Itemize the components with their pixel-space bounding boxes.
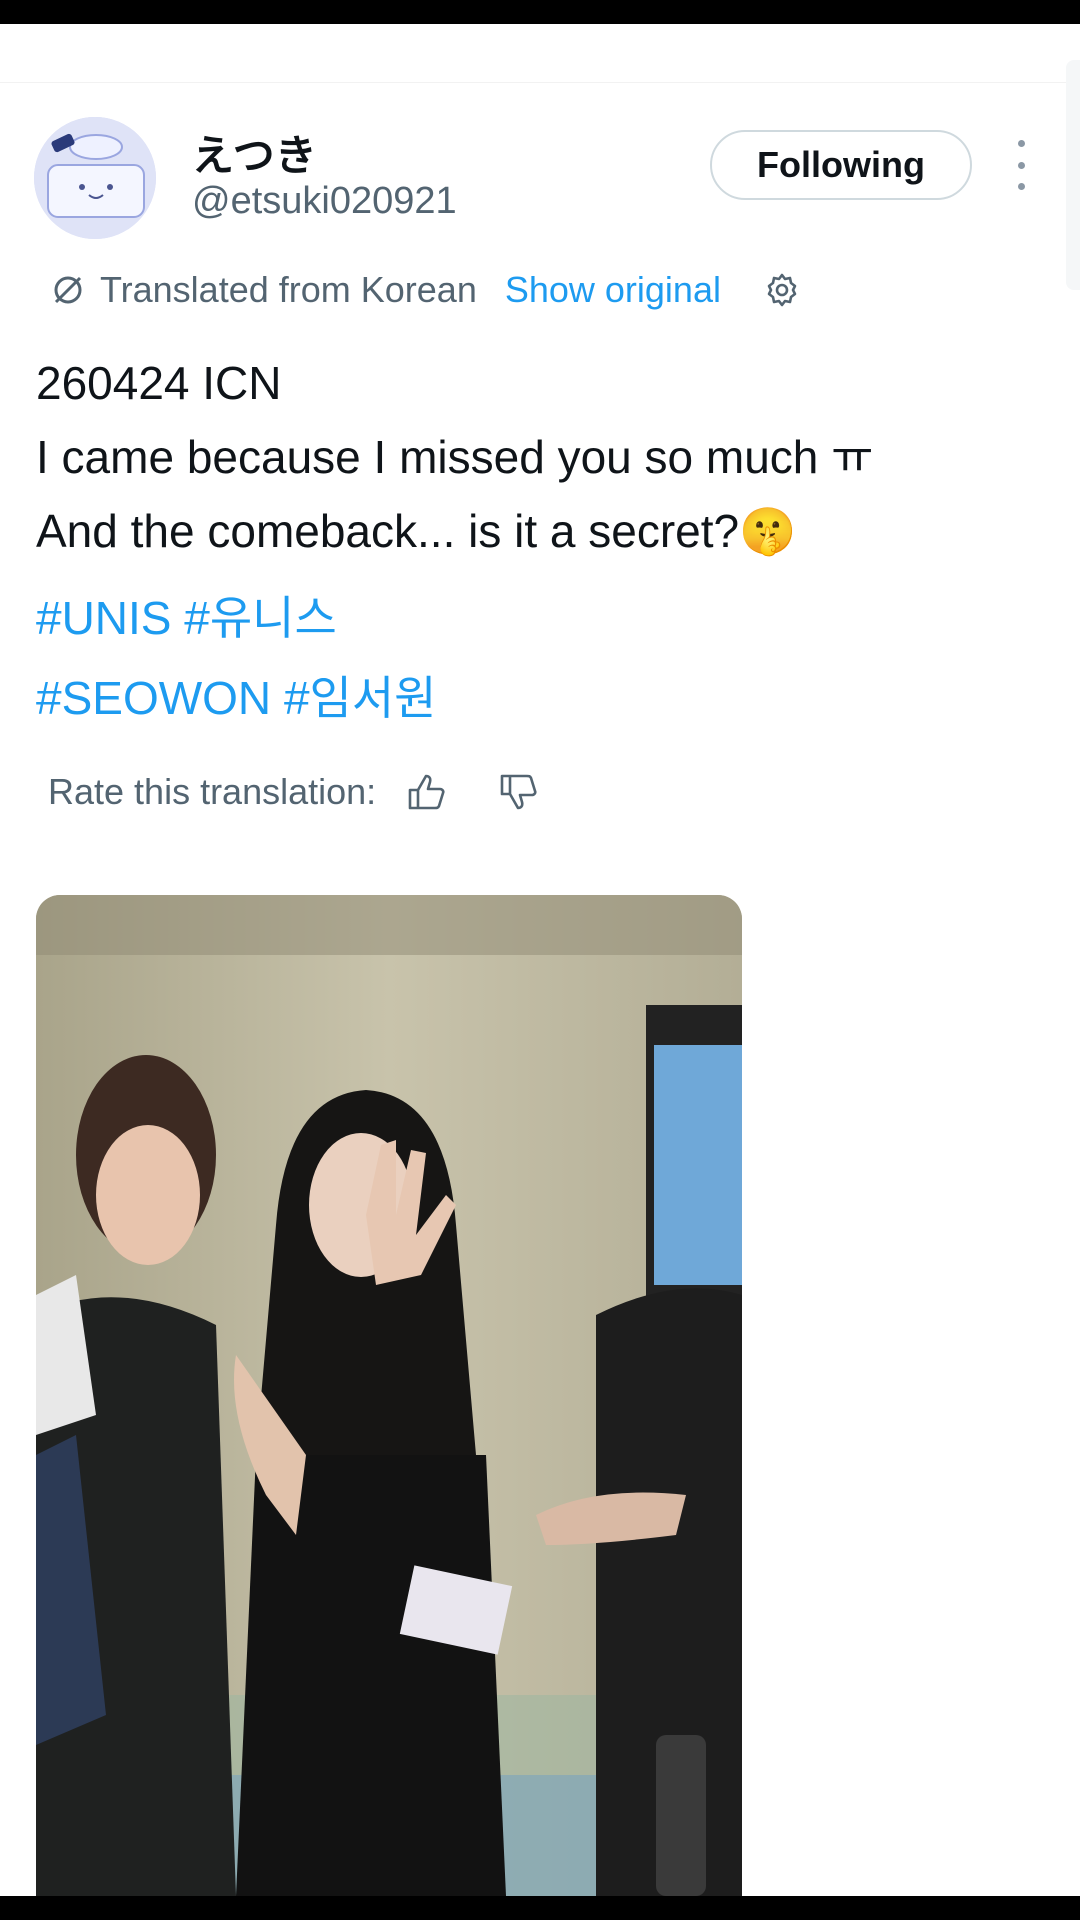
hashtag-link[interactable]: #임서원: [284, 672, 437, 724]
translate-icon: [54, 276, 82, 304]
tweet-line: 260424 ICN: [36, 357, 282, 409]
show-original-link[interactable]: Show original: [505, 269, 721, 311]
hashtag-block: #UNIS #유니스 #SEOWON #임서원: [36, 578, 1036, 738]
hashtag-link[interactable]: #유니스: [184, 592, 337, 644]
tweet-line: I came because I missed you so much ㅠ: [36, 431, 874, 483]
gear-icon[interactable]: [761, 269, 803, 311]
hashtag-line: #SEOWON #임서원: [36, 658, 1036, 738]
status-bar: [0, 0, 1080, 24]
scrollbar[interactable]: [1066, 60, 1080, 290]
rate-translation-label: Rate this translation:: [48, 771, 377, 812]
tweet-text: 260424 ICN I came because I missed you s…: [36, 346, 1046, 568]
thumbs-down-icon[interactable]: [496, 770, 540, 814]
hashtag-link[interactable]: #UNIS: [36, 592, 171, 644]
hashtag-link[interactable]: #SEOWON: [36, 672, 271, 724]
avatar-image: [34, 117, 156, 239]
rate-translation-row: Rate this translation:: [48, 768, 540, 816]
more-vertical-icon[interactable]: [1006, 140, 1036, 190]
avatar[interactable]: [34, 117, 156, 239]
display-name[interactable]: えつき: [192, 122, 317, 183]
navigation-bar: [0, 1896, 1080, 1920]
translated-from-label: Translated from Korean: [100, 269, 477, 310]
tweet-photo[interactable]: [36, 895, 742, 1896]
tweet-line: And the comeback... is it a secret?🤫: [36, 505, 797, 557]
hashtag-line: #UNIS #유니스: [36, 578, 1036, 658]
header-strip: [0, 24, 1080, 83]
translation-bar: Translated from Korean Show original: [50, 268, 803, 312]
following-button[interactable]: Following: [710, 130, 972, 200]
thumbs-up-icon[interactable]: [404, 770, 448, 814]
user-handle[interactable]: @etsuki020921: [192, 180, 457, 223]
photo-image: [36, 895, 742, 1896]
